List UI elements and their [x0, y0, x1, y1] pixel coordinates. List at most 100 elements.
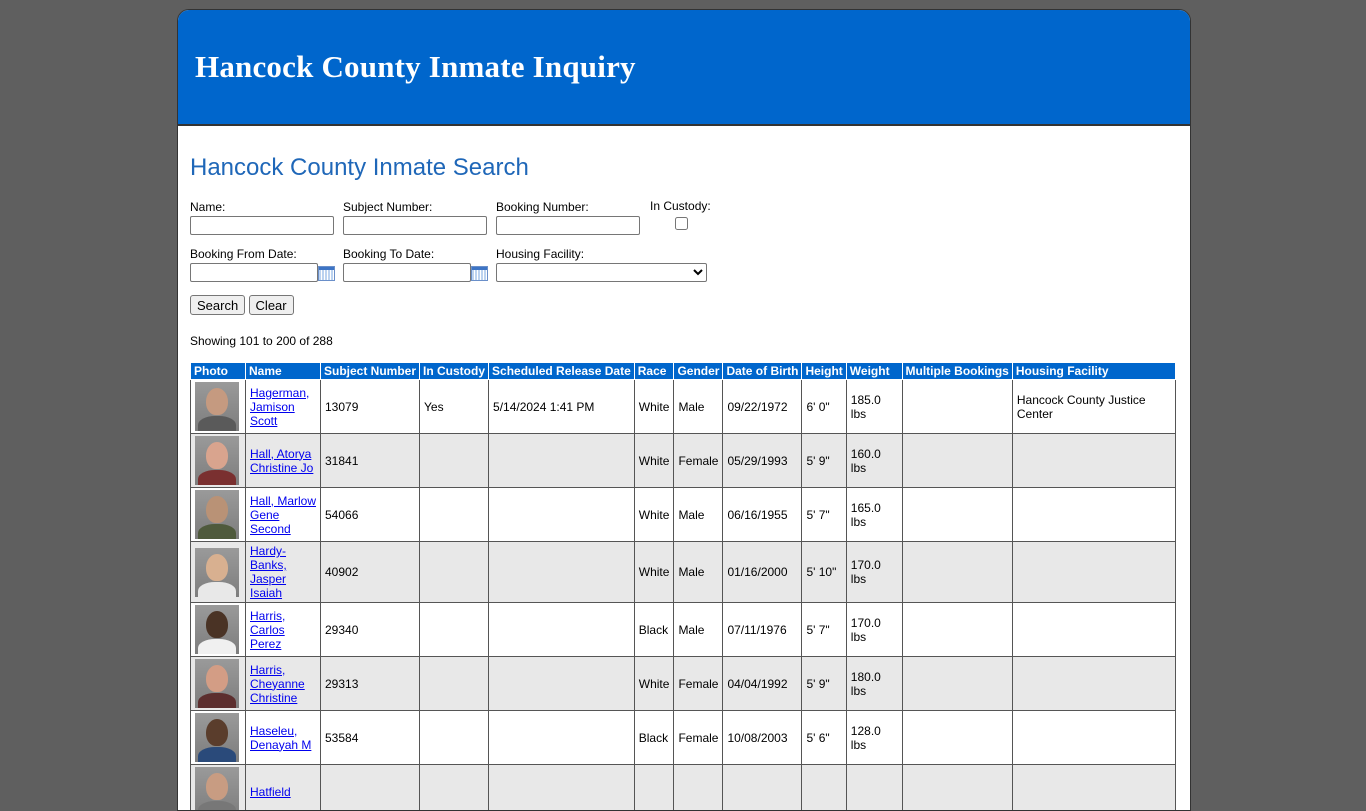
- mugshot-shirt: [198, 639, 236, 654]
- photo-cell: [191, 765, 246, 811]
- gender-cell: Male: [674, 542, 723, 603]
- photo-cell: [191, 488, 246, 542]
- inmate-name-link[interactable]: Hall, Marlow Gene Second: [250, 494, 316, 536]
- facility-group: Housing Facility:: [496, 247, 707, 282]
- release-cell: [489, 603, 635, 657]
- name-input[interactable]: [190, 216, 334, 235]
- booking-from-input[interactable]: [190, 263, 318, 282]
- multiple-cell: [902, 434, 1012, 488]
- name-cell: Hall, Marlow Gene Second: [246, 488, 321, 542]
- housing-facility-label: Housing Facility:: [496, 247, 707, 261]
- mugshot-shirt: [198, 693, 236, 708]
- race-cell: White: [634, 542, 674, 603]
- mugshot-photo[interactable]: [195, 713, 239, 762]
- page-container: Hancock County Inmate Inquiry Hancock Co…: [177, 9, 1191, 811]
- column-header: Scheduled Release Date: [489, 363, 635, 380]
- race-cell: White: [634, 380, 674, 434]
- inmate-name-link[interactable]: Harris, Cheyanne Christine: [250, 663, 305, 705]
- height-cell: 5' 10": [802, 542, 846, 603]
- booking-to-input[interactable]: [343, 263, 471, 282]
- custody-cell: [420, 711, 489, 765]
- site-title: Hancock County Inmate Inquiry: [195, 49, 636, 85]
- inmate-name-link[interactable]: Hall, Atorya Christine Jo: [250, 447, 313, 475]
- facility-cell: [1012, 603, 1175, 657]
- mugshot-shirt: [198, 582, 236, 597]
- release-cell: [489, 434, 635, 488]
- name-cell: Hardy-Banks, Jasper Isaiah: [246, 542, 321, 603]
- release-cell: [489, 711, 635, 765]
- housing-facility-select[interactable]: [496, 263, 707, 282]
- mugshot-photo[interactable]: [195, 436, 239, 485]
- facility-cell: [1012, 657, 1175, 711]
- table-row: Hall, Marlow Gene Second54066WhiteMale06…: [191, 488, 1176, 542]
- custody-cell: [420, 657, 489, 711]
- mugshot-photo[interactable]: [195, 548, 239, 597]
- height-cell: 5' 7": [802, 488, 846, 542]
- in-custody-checkbox[interactable]: [675, 217, 688, 230]
- mugshot-photo[interactable]: [195, 767, 239, 811]
- column-header: Housing Facility: [1012, 363, 1175, 380]
- mugshot-photo[interactable]: [195, 659, 239, 708]
- search-button[interactable]: Search: [190, 295, 245, 315]
- subject-cell: 53584: [321, 711, 420, 765]
- search-form: Name: Subject Number: Booking Number: In…: [190, 200, 1178, 324]
- booking-field-group: Booking Number:: [496, 200, 640, 235]
- calendar-icon[interactable]: [471, 266, 488, 281]
- column-header: In Custody: [420, 363, 489, 380]
- custody-cell: [420, 603, 489, 657]
- gender-cell: [674, 765, 723, 811]
- weight-cell: 165.0 lbs: [846, 488, 902, 542]
- booking-number-input[interactable]: [496, 216, 640, 235]
- table-row: Hall, Atorya Christine Jo31841WhiteFemal…: [191, 434, 1176, 488]
- facility-cell: [1012, 434, 1175, 488]
- table-row: Hagerman, Jamison Scott13079Yes5/14/2024…: [191, 380, 1176, 434]
- height-cell: [802, 765, 846, 811]
- mugshot-photo[interactable]: [195, 605, 239, 654]
- mugshot-photo[interactable]: [195, 490, 239, 539]
- column-header: Date of Birth: [723, 363, 802, 380]
- in-custody-label: In Custody:: [650, 199, 711, 213]
- weight-cell: 185.0 lbs: [846, 380, 902, 434]
- photo-cell: [191, 711, 246, 765]
- inmate-name-link[interactable]: Hatfield: [250, 785, 291, 799]
- facility-cell: Hancock County Justice Center: [1012, 380, 1175, 434]
- from-date-group: Booking From Date:: [190, 247, 318, 282]
- column-header: Race: [634, 363, 674, 380]
- column-header: Photo: [191, 363, 246, 380]
- multiple-cell: [902, 765, 1012, 811]
- multiple-cell: [902, 711, 1012, 765]
- booking-to-label: Booking To Date:: [343, 247, 471, 261]
- subject-number-input[interactable]: [343, 216, 487, 235]
- release-cell: 5/14/2024 1:41 PM: [489, 380, 635, 434]
- photo-cell: [191, 603, 246, 657]
- height-cell: 5' 9": [802, 434, 846, 488]
- calendar-icon[interactable]: [318, 266, 335, 281]
- release-cell: [489, 488, 635, 542]
- height-cell: 5' 7": [802, 603, 846, 657]
- photo-cell: [191, 380, 246, 434]
- inmate-name-link[interactable]: Harris, Carlos Perez: [250, 609, 285, 651]
- column-header: Height: [802, 363, 846, 380]
- table-row: Hatfield: [191, 765, 1176, 811]
- custody-cell: Yes: [420, 380, 489, 434]
- inmate-name-link[interactable]: Hagerman, Jamison Scott: [250, 386, 309, 428]
- inmate-name-link[interactable]: Haseleu, Denayah M: [250, 724, 311, 752]
- clear-button[interactable]: Clear: [249, 295, 294, 315]
- table-row: Haseleu, Denayah M53584BlackFemale10/08/…: [191, 711, 1176, 765]
- mugshot-shirt: [198, 524, 236, 539]
- mugshot-shirt: [198, 801, 236, 811]
- results-table: PhotoNameSubject NumberIn CustodySchedul…: [190, 362, 1176, 811]
- inmate-name-link[interactable]: Hardy-Banks, Jasper Isaiah: [250, 544, 287, 600]
- to-date-group: Booking To Date:: [343, 247, 471, 282]
- mugshot-photo[interactable]: [195, 382, 239, 431]
- subject-cell: 31841: [321, 434, 420, 488]
- subject-cell: [321, 765, 420, 811]
- mugshot-face: [206, 773, 228, 800]
- gender-cell: Female: [674, 434, 723, 488]
- subject-field-group: Subject Number:: [343, 200, 487, 235]
- name-field-group: Name:: [190, 200, 334, 235]
- custody-cell: [420, 434, 489, 488]
- release-cell: [489, 657, 635, 711]
- table-body: Hagerman, Jamison Scott13079Yes5/14/2024…: [191, 380, 1176, 811]
- column-header: Name: [246, 363, 321, 380]
